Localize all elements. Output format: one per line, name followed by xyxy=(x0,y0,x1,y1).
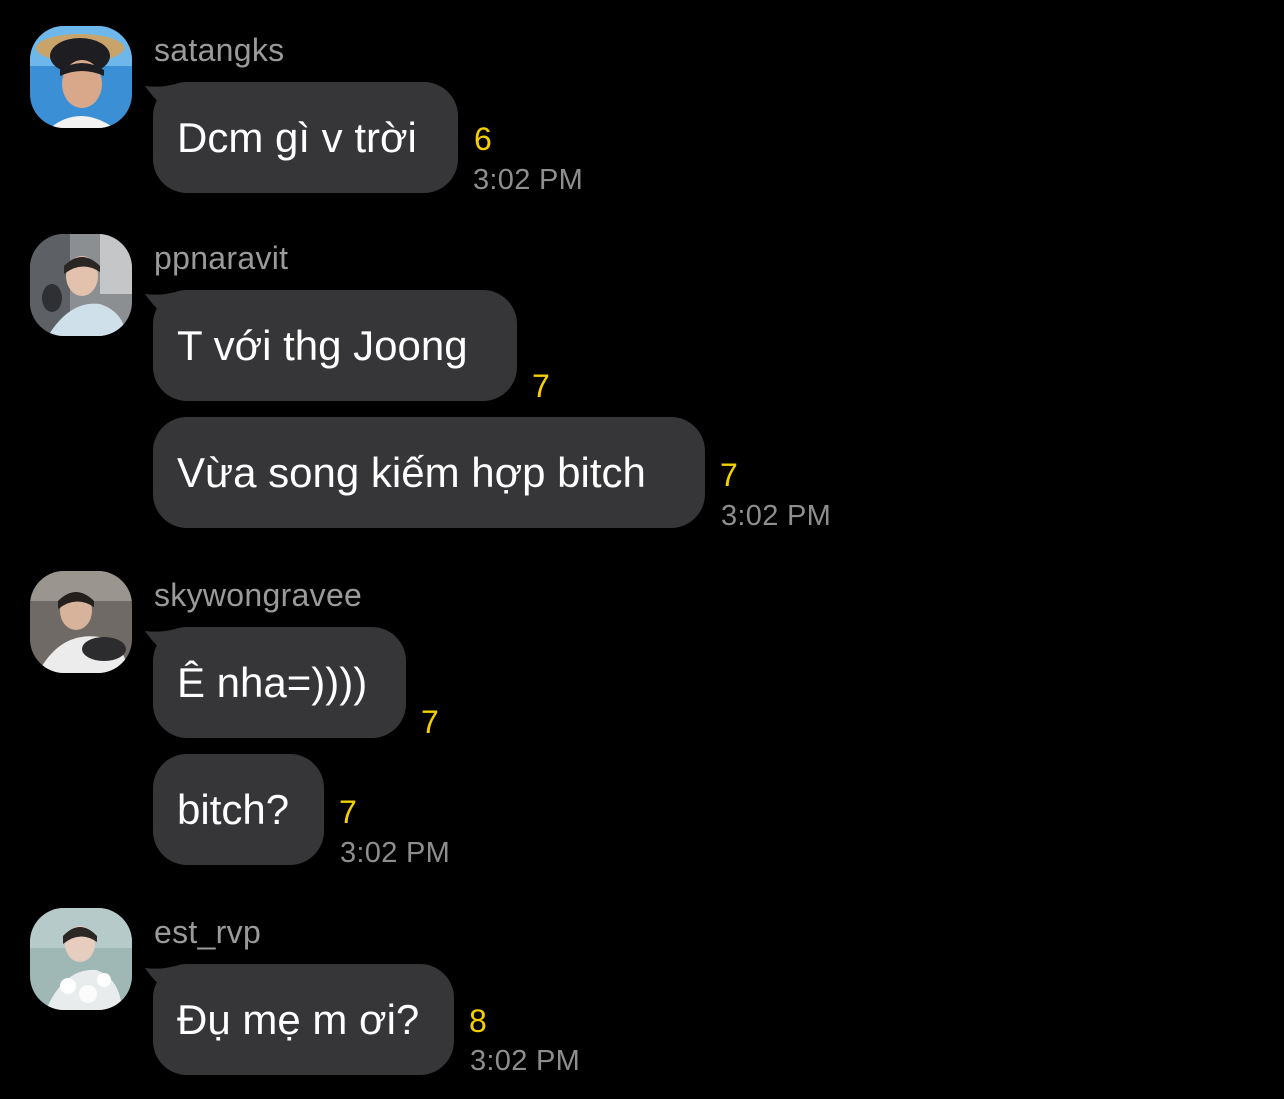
message-text: T với thg Joong xyxy=(177,321,468,369)
profile-photo-icon xyxy=(30,234,132,336)
avatar-satangks[interactable] xyxy=(30,26,132,128)
username-label[interactable]: skywongravee xyxy=(154,577,362,614)
profile-photo-icon xyxy=(30,571,132,673)
avatar-est-rvp[interactable] xyxy=(30,908,132,1010)
profile-photo-icon xyxy=(30,908,132,1010)
avatar-skywongravee[interactable] xyxy=(30,571,132,673)
message-bubble[interactable]: bitch? xyxy=(153,754,324,865)
username-label[interactable]: ppnaravit xyxy=(154,240,288,277)
message-text: Vừa song kiếm hợp bitch xyxy=(177,448,646,496)
message-text: bitch? xyxy=(177,785,290,833)
timestamp: 3:02 PM xyxy=(473,164,584,196)
read-count: 7 xyxy=(339,794,357,830)
message-text: Dcm gì v trời xyxy=(177,113,417,161)
avatar-ppnaravit[interactable] xyxy=(30,234,132,336)
message-bubble[interactable]: Đụ mẹ m ơi? xyxy=(153,964,454,1075)
read-count: 8 xyxy=(469,1003,487,1039)
username-label[interactable]: est_rvp xyxy=(154,914,261,951)
message-text: Đụ mẹ m ơi? xyxy=(177,995,420,1043)
timestamp: 3:02 PM xyxy=(470,1045,581,1077)
message-bubble[interactable]: Dcm gì v trời xyxy=(153,82,458,193)
message-bubble[interactable]: Ê nha=)))) xyxy=(153,627,406,738)
read-count: 7 xyxy=(532,368,550,404)
profile-photo-icon xyxy=(30,26,132,128)
message-bubble[interactable]: Vừa song kiếm hợp bitch xyxy=(153,417,705,528)
username-label[interactable]: satangks xyxy=(154,32,284,69)
message-bubble[interactable]: T với thg Joong xyxy=(153,290,517,401)
message-text: Ê nha=)))) xyxy=(177,658,368,706)
timestamp: 3:02 PM xyxy=(721,500,832,532)
read-count: 7 xyxy=(421,704,439,740)
read-count: 6 xyxy=(474,121,492,157)
read-count: 7 xyxy=(720,457,738,493)
timestamp: 3:02 PM xyxy=(340,837,451,869)
